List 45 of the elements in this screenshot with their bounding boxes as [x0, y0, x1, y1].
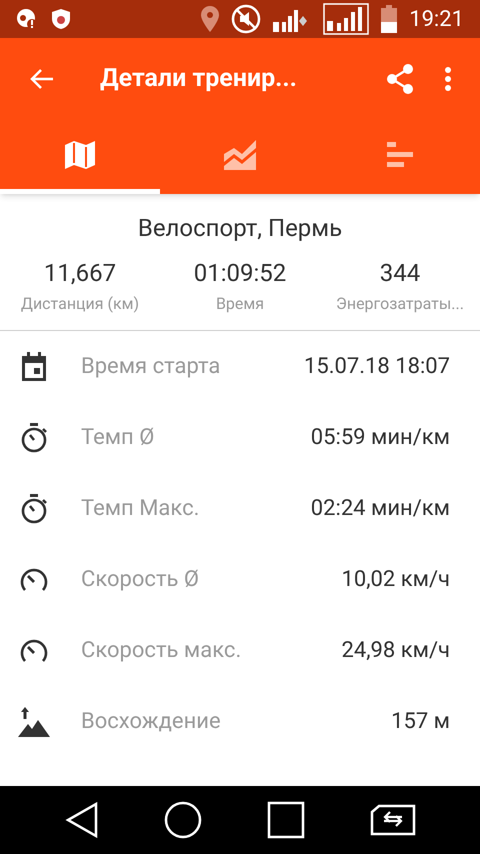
- home-nav-button[interactable]: [164, 801, 202, 839]
- sim-swap-icon: [370, 804, 416, 836]
- detail-label: Время старта: [81, 353, 222, 381]
- stopwatch-icon: [20, 422, 48, 452]
- more-icon: [444, 66, 452, 92]
- location-icon: [201, 6, 220, 32]
- detail-value: 157 м: [391, 708, 450, 736]
- sim-switch-button[interactable]: [370, 804, 416, 836]
- detail-label: Восхождение: [81, 708, 222, 736]
- notification-icon: [16, 8, 38, 30]
- back-nav-button[interactable]: [64, 801, 98, 839]
- battery-icon: [381, 5, 398, 33]
- detail-label: Темп Ø: [81, 424, 156, 452]
- stat-label: Дистанция (км): [20, 293, 140, 315]
- detail-value: 10,02 км/ч: [342, 566, 450, 594]
- share-icon: [386, 64, 414, 94]
- recents-nav-button[interactable]: [266, 801, 304, 839]
- detail-value: 24,98 км/ч: [342, 637, 450, 665]
- back-arrow-icon: [29, 68, 55, 90]
- map-icon: [65, 140, 95, 168]
- mountain-icon: [18, 706, 50, 736]
- screen-title: Детали тренир...: [100, 63, 297, 96]
- mute-icon: [231, 4, 262, 34]
- activity-title: Велоспорт, Пермь: [138, 213, 342, 244]
- bar-chart-icon: [387, 142, 413, 168]
- detail-label: Темп Макс.: [81, 495, 200, 523]
- detail-label: Скорость макс.: [81, 637, 242, 665]
- square-recents-icon: [266, 801, 304, 839]
- detail-label: Скорость Ø: [81, 566, 200, 594]
- calendar-icon: [20, 352, 48, 382]
- detail-value: 05:59 мин/км: [310, 424, 450, 452]
- stopwatch-icon: [20, 494, 48, 524]
- stat-label: Энергозатраты...: [336, 293, 464, 315]
- triangle-back-icon: [64, 801, 98, 839]
- stat-value: 01:09:52: [194, 258, 286, 288]
- shield-icon: [50, 8, 72, 30]
- area-chart-icon: [224, 140, 256, 170]
- stat-label: Время: [216, 293, 264, 315]
- detail-value: 02:24 мин/км: [310, 495, 450, 523]
- status-time: 19:21: [409, 6, 464, 34]
- stat-value: 11,667: [44, 258, 116, 288]
- circle-home-icon: [164, 801, 202, 839]
- detail-value: 15.07.18 18:07: [304, 353, 450, 381]
- signal-icon: [323, 3, 370, 35]
- stat-value: 344: [380, 258, 420, 288]
